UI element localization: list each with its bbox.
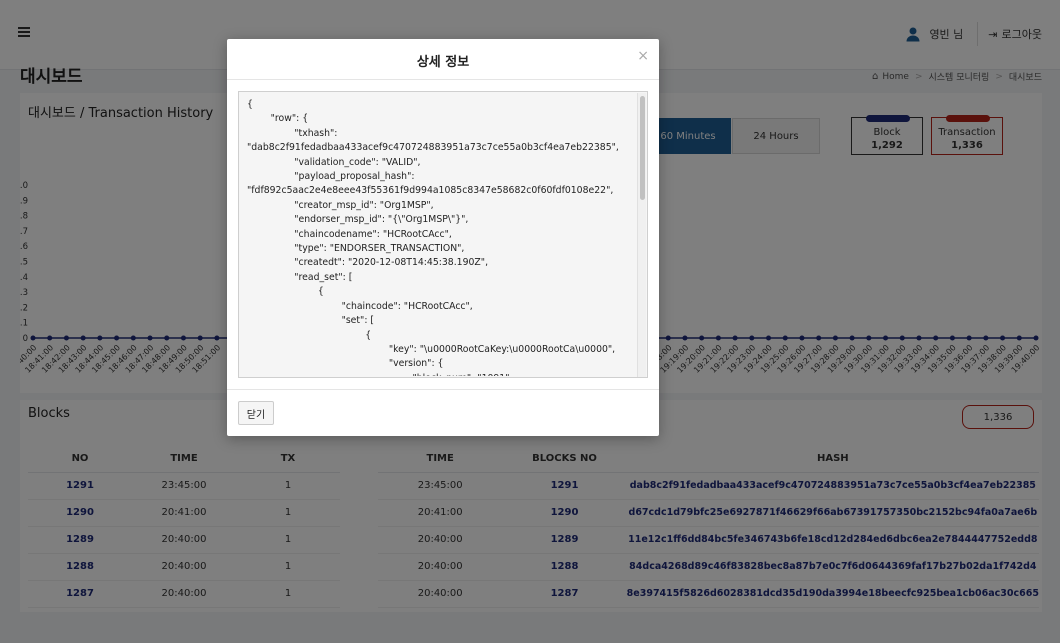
- modal-footer-divider: [227, 389, 659, 390]
- json-line: {: [247, 286, 324, 298]
- json-line: "dab8c2f91fedadbaa433acef9c470724883951a…: [247, 142, 619, 154]
- json-line: "version": {: [247, 358, 444, 370]
- json-line: "endorser_msp_id": "{\"Org1MSP\"}",: [247, 214, 469, 226]
- json-line: "txhash":: [247, 127, 338, 139]
- json-line: "createdt": "2020-12-08T14:45:38.190Z",: [247, 257, 489, 269]
- json-line: {: [247, 329, 372, 341]
- json-line: "fdf892c5aac2e4e8eee43f55361f9d994a1085c…: [247, 185, 614, 197]
- json-line: "payload_proposal_hash":: [247, 171, 415, 183]
- json-text: { "row": { "txhash": "dab8c2f91fedadbaa43…: [247, 98, 639, 376]
- json-line: "chaincodename": "HCRootCAcc",: [247, 228, 452, 240]
- modal-header: 상세 정보 ×: [227, 39, 659, 80]
- json-line: "row": {: [247, 113, 309, 125]
- json-line: {: [247, 99, 253, 110]
- json-detail-box[interactable]: { "row": { "txhash": "dab8c2f91fedadbaa43…: [238, 91, 648, 378]
- scrollbar-thumb[interactable]: [640, 96, 645, 200]
- json-line: "read_set": [: [247, 271, 353, 283]
- json-line: "creator_msp_id": "Org1MSP",: [247, 199, 434, 211]
- json-line: "validation_code": "VALID",: [247, 156, 421, 168]
- json-line: "type": "ENDORSER_TRANSACTION",: [247, 243, 465, 255]
- close-icon[interactable]: ×: [637, 48, 649, 64]
- json-line: "set": [: [247, 315, 375, 327]
- json-line: "block_num": "1091",: [247, 372, 639, 376]
- close-button[interactable]: 닫기: [238, 401, 274, 425]
- scrollbar[interactable]: [637, 93, 646, 377]
- json-line: "key": "\u0000RootCaKey:\u0000RootCa\u00…: [247, 343, 616, 355]
- detail-modal: 상세 정보 × { "row": { "txhash": "dab8c2f91fe…: [227, 39, 659, 436]
- modal-title: 상세 정보: [416, 55, 470, 70]
- json-line: "chaincode": "HCRootCAcc",: [247, 300, 473, 312]
